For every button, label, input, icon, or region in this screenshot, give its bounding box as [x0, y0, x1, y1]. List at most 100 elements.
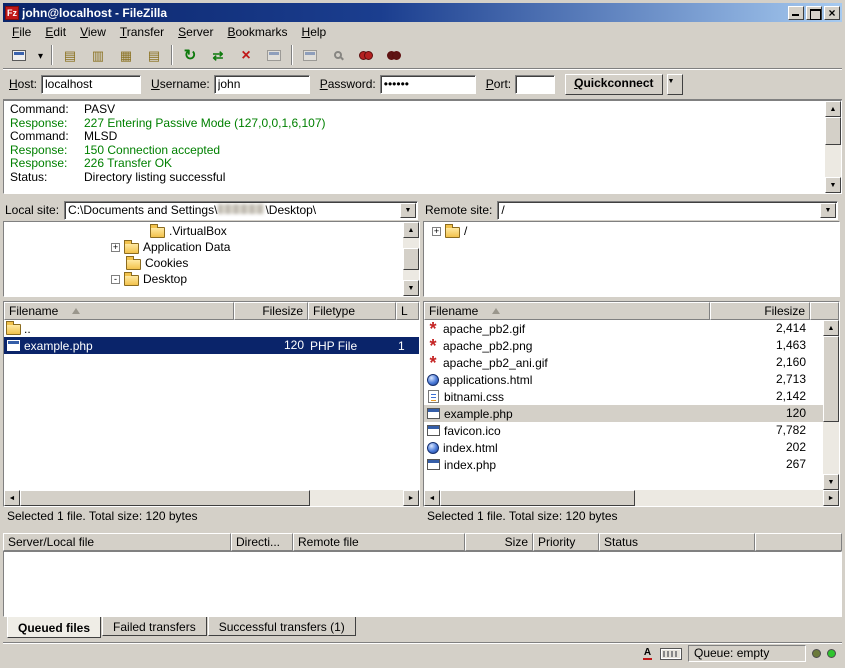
menu-server[interactable]: Server	[171, 23, 220, 41]
toggle-remote-tree-button[interactable]	[113, 44, 139, 66]
maximize-button[interactable]	[806, 6, 822, 20]
tab-successful-transfers[interactable]: Successful transfers (1)	[208, 617, 356, 636]
site-manager-button[interactable]	[6, 44, 32, 66]
reconnect-button[interactable]	[297, 44, 323, 66]
scroll-left-icon[interactable]	[4, 490, 20, 506]
file-row[interactable]: index.php267	[424, 456, 823, 473]
message-log-lines: Command:PASV Response:227 Entering Passi…	[10, 103, 823, 191]
tab-queued-files[interactable]: Queued files	[7, 617, 101, 638]
toggle-message-log-button[interactable]	[57, 44, 83, 66]
refresh-button[interactable]	[177, 44, 203, 66]
letter-a-icon[interactable]	[641, 647, 654, 660]
column-header-filetype[interactable]: Filetype	[308, 302, 396, 320]
scroll-right-icon[interactable]	[823, 490, 839, 506]
scroll-up-icon[interactable]	[825, 101, 841, 117]
password-input[interactable]	[380, 75, 476, 94]
scrollbar-thumb[interactable]	[825, 117, 841, 145]
file-row[interactable]: applications.html2,713	[424, 371, 823, 388]
file-row[interactable]: favicon.ico7,782	[424, 422, 823, 439]
column-header-filename[interactable]: Filename	[4, 302, 234, 320]
queue-column-status[interactable]: Status	[599, 533, 755, 551]
toggle-queue-button[interactable]	[141, 44, 167, 66]
close-button[interactable]	[824, 6, 840, 20]
toggle-local-tree-button[interactable]	[85, 44, 111, 66]
column-header-filesize[interactable]: Filesize	[710, 302, 810, 320]
tree-item-application-data[interactable]: Application Data	[5, 239, 402, 255]
tree-item-desktop[interactable]: Desktop	[5, 271, 402, 287]
column-header-filename[interactable]: Filename	[424, 302, 710, 320]
menu-view[interactable]: View	[73, 23, 113, 41]
scroll-down-icon[interactable]	[825, 177, 841, 193]
filter-button[interactable]	[325, 44, 351, 66]
local-site-combobox[interactable]: C:\Documents and Settings\\Desktop\	[64, 201, 418, 220]
file-row-example-php[interactable]: example.php 120 PHP File 1	[4, 337, 419, 354]
host-input[interactable]	[41, 75, 141, 94]
port-input[interactable]	[515, 75, 555, 94]
remote-horizontal-scrollbar[interactable]	[424, 490, 839, 506]
remote-site-combobox[interactable]: /	[497, 201, 838, 220]
menu-help[interactable]: Help	[295, 23, 334, 41]
quickconnect-button[interactable]: Quickconnect	[565, 74, 662, 95]
scrollbar-thumb[interactable]	[20, 490, 310, 506]
process-queue-button[interactable]	[205, 44, 231, 66]
file-row[interactable]: apache_pb2_ani.gif2,160	[424, 354, 823, 371]
log-line: Status:Directory listing successful	[10, 171, 823, 185]
scroll-down-icon[interactable]	[823, 474, 839, 490]
local-site-dropdown-icon[interactable]	[400, 203, 416, 218]
file-row[interactable]: bitnami.css2,142	[424, 388, 823, 405]
queue-column-remote-file[interactable]: Remote file	[293, 533, 465, 551]
tree-item-virtualbox[interactable]: .VirtualBox	[5, 223, 402, 239]
expand-icon[interactable]	[432, 227, 441, 236]
disconnect-button[interactable]	[261, 44, 287, 66]
column-header-filesize[interactable]: Filesize	[234, 302, 308, 320]
menu-transfer[interactable]: Transfer	[113, 23, 171, 41]
file-row[interactable]: index.html202	[424, 439, 823, 456]
titlebar: john@localhost - FileZilla	[3, 3, 842, 22]
collapse-icon[interactable]	[111, 275, 120, 284]
file-row-parent-dir[interactable]: ..	[4, 320, 419, 337]
queue-column-priority[interactable]: Priority	[533, 533, 599, 551]
column-header-lastmodified[interactable]: L	[396, 302, 419, 320]
scroll-left-icon[interactable]	[424, 490, 440, 506]
tree-item-cookies[interactable]: Cookies	[5, 255, 402, 271]
tab-failed-transfers[interactable]: Failed transfers	[102, 617, 207, 636]
scrollbar-thumb[interactable]	[403, 248, 419, 270]
scroll-up-icon[interactable]	[403, 222, 419, 238]
site-manager-dropdown-button[interactable]	[34, 44, 47, 66]
local-directory-tree: .VirtualBox Application Data Cookies Des…	[3, 221, 420, 297]
remote-vertical-scrollbar[interactable]	[823, 320, 839, 490]
queue-list[interactable]	[3, 551, 842, 617]
menu-file[interactable]: File	[5, 23, 38, 41]
scroll-up-icon[interactable]	[823, 320, 839, 336]
queue-column-size[interactable]: Size	[465, 533, 533, 551]
remote-site-dropdown-icon[interactable]	[820, 203, 836, 218]
local-horizontal-scrollbar[interactable]	[4, 490, 419, 506]
scrollbar-thumb[interactable]	[440, 490, 635, 506]
scrollbar-thumb[interactable]	[823, 336, 839, 422]
compare-button[interactable]	[353, 44, 379, 66]
queue-column-server-local-file[interactable]: Server/Local file	[3, 533, 231, 551]
file-row[interactable]: apache_pb2.gif2,414	[424, 320, 823, 337]
scroll-down-icon[interactable]	[403, 280, 419, 296]
local-tree-scrollbar[interactable]	[403, 222, 419, 296]
minimize-button[interactable]	[788, 6, 804, 20]
find-files-button[interactable]	[381, 44, 407, 66]
file-row[interactable]: apache_pb2.png1,463	[424, 337, 823, 354]
remote-tree-icon	[120, 49, 132, 62]
cancel-operation-button[interactable]	[233, 44, 259, 66]
menu-bookmarks[interactable]: Bookmarks	[220, 23, 294, 41]
keyboard-icon[interactable]	[660, 648, 682, 660]
log-vertical-scrollbar[interactable]	[825, 101, 841, 193]
sort-ascending-icon	[492, 308, 500, 314]
queue-column-direction[interactable]: Directi...	[231, 533, 293, 551]
expand-icon[interactable]	[111, 243, 120, 252]
tree-item-root[interactable]: /	[425, 223, 822, 239]
file-row-selected[interactable]: example.php120	[424, 405, 823, 422]
tx-led-icon	[827, 649, 836, 658]
quickconnect-dropdown-button[interactable]	[667, 74, 683, 95]
menu-edit[interactable]: Edit	[38, 23, 73, 41]
username-input[interactable]	[214, 75, 310, 94]
queue-sash[interactable]	[3, 525, 842, 533]
scroll-right-icon[interactable]	[403, 490, 419, 506]
php-file-icon	[7, 340, 20, 351]
